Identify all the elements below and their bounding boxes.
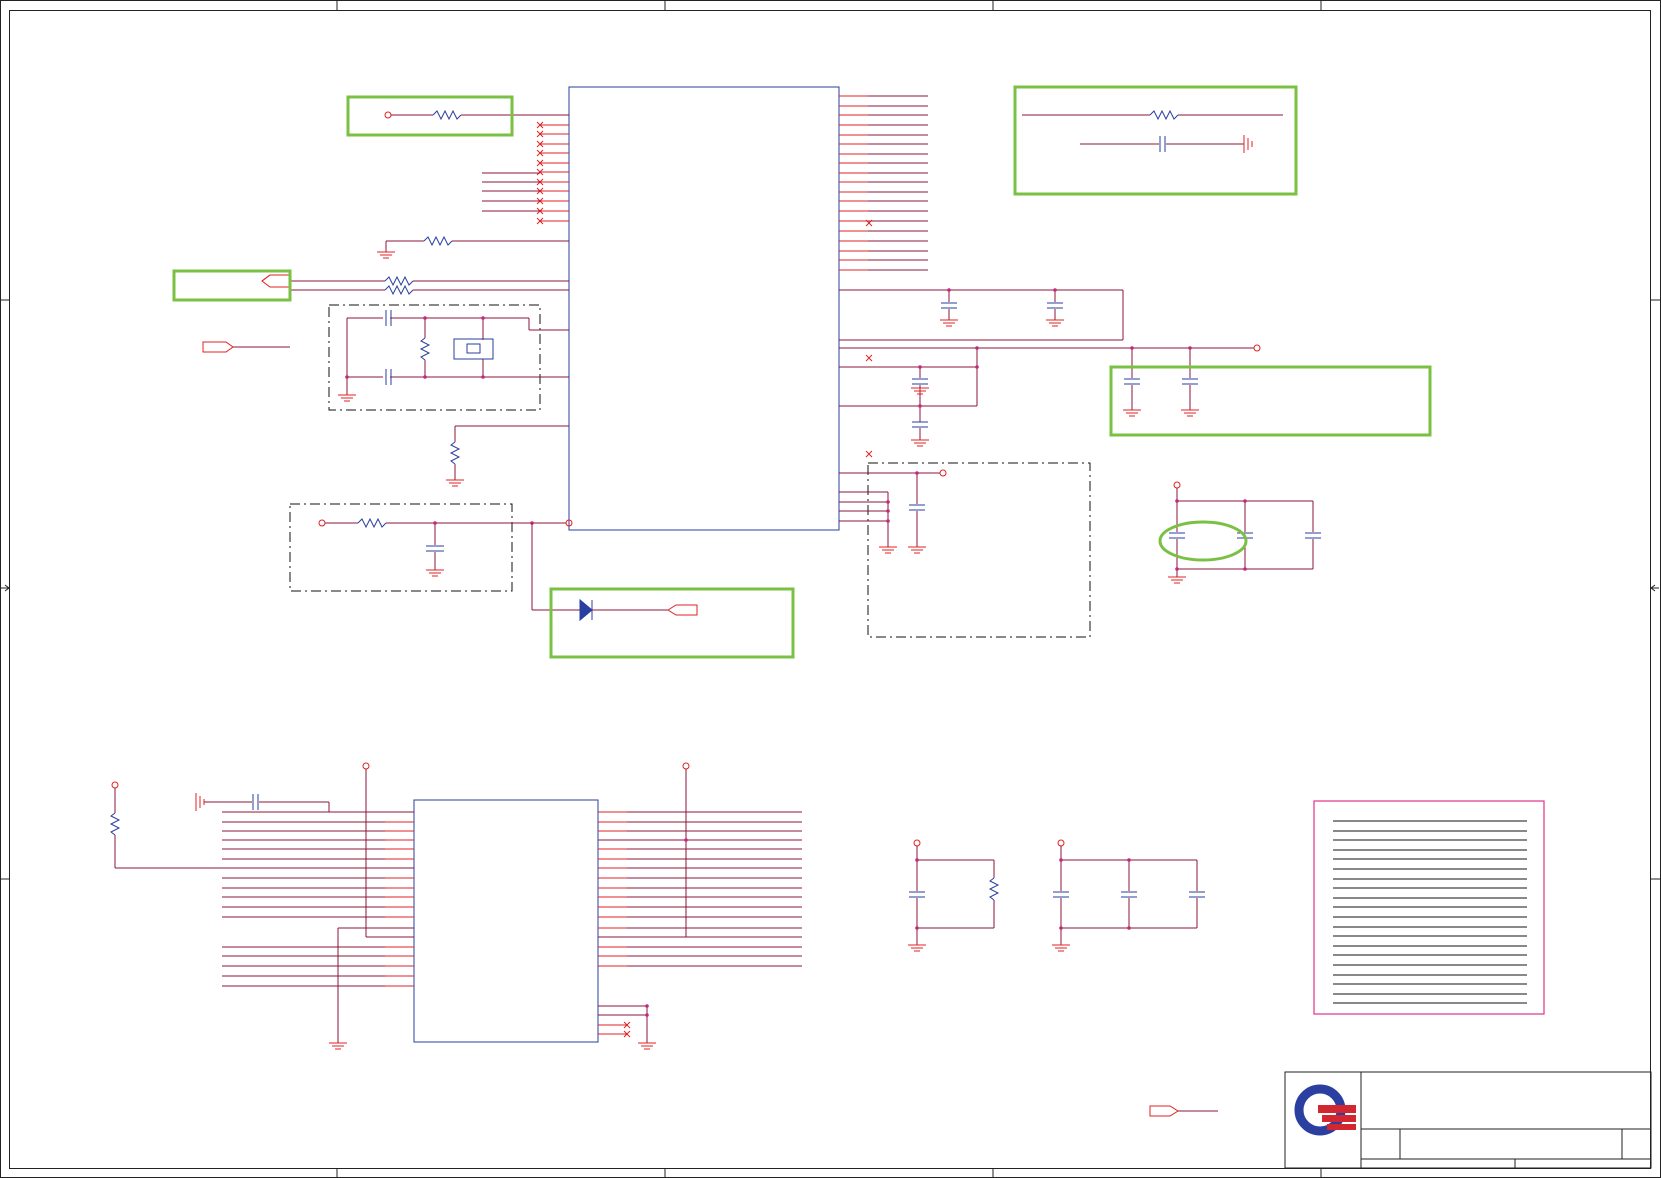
- diode-d1: [579, 598, 593, 622]
- sheet-border: [0, 0, 1661, 1178]
- highlight-box-3: [1013, 85, 1298, 196]
- ground-icon: [1243, 135, 1253, 153]
- crystal-oscillator-group: [328, 304, 569, 411]
- diode-net: [531, 523, 698, 622]
- ground-icon: [195, 793, 205, 811]
- cap-bank-right: [1169, 481, 1321, 577]
- bottom-middle-nets: [909, 839, 1205, 945]
- schematic-sheet: [0, 0, 1661, 1178]
- main-ic-left-pins: [482, 121, 569, 225]
- resistor-r8: [1149, 109, 1179, 121]
- company-logo: [1294, 1084, 1356, 1136]
- offpage-connector-left: [202, 341, 290, 353]
- resistor-r2: [423, 235, 453, 247]
- resistor-r7: [357, 517, 387, 529]
- resistor-r6: [449, 441, 461, 465]
- differential-pair: [261, 274, 569, 296]
- highlight-box-1: [346, 95, 514, 137]
- main-ic: [568, 86, 840, 531]
- bottom-left-nets: [109, 762, 690, 1043]
- highlight-annotations: [172, 85, 1432, 659]
- note-box: [1313, 800, 1545, 1015]
- secondary-ic-right-pins: [598, 811, 802, 1038]
- resistor-r4: [384, 284, 414, 296]
- resistor-r10: [988, 877, 1000, 901]
- resistor-r5: [419, 337, 431, 361]
- mid-right-dashed-group: [839, 462, 1091, 638]
- resistor-r9: [109, 812, 121, 836]
- highlight-ellipse-1: [1158, 520, 1248, 562]
- offpage-connector-diode: [667, 604, 698, 616]
- top-right-rc-net: [1022, 109, 1283, 153]
- ground-resistor-net: [385, 235, 569, 252]
- schematic-canvas: [0, 0, 1661, 1178]
- offpage-connector-bottom: [1149, 1105, 1218, 1117]
- resistor-r1: [432, 109, 462, 121]
- secondary-ic-left-pins: [222, 811, 414, 987]
- rc-filter-group: [289, 503, 573, 592]
- highlight-box-4: [1109, 365, 1432, 437]
- resistor-r3: [384, 275, 414, 287]
- secondary-ic: [413, 799, 599, 1043]
- right-decoupling-net: [839, 288, 1261, 440]
- highlight-box-5: [549, 587, 795, 659]
- top-left-resistor-net: [384, 109, 569, 121]
- ground-symbols: [329, 251, 1199, 1050]
- pulldown-resistor-net: [449, 425, 569, 480]
- crystal-y1: [453, 338, 494, 360]
- main-ic-right-pins: [839, 95, 928, 458]
